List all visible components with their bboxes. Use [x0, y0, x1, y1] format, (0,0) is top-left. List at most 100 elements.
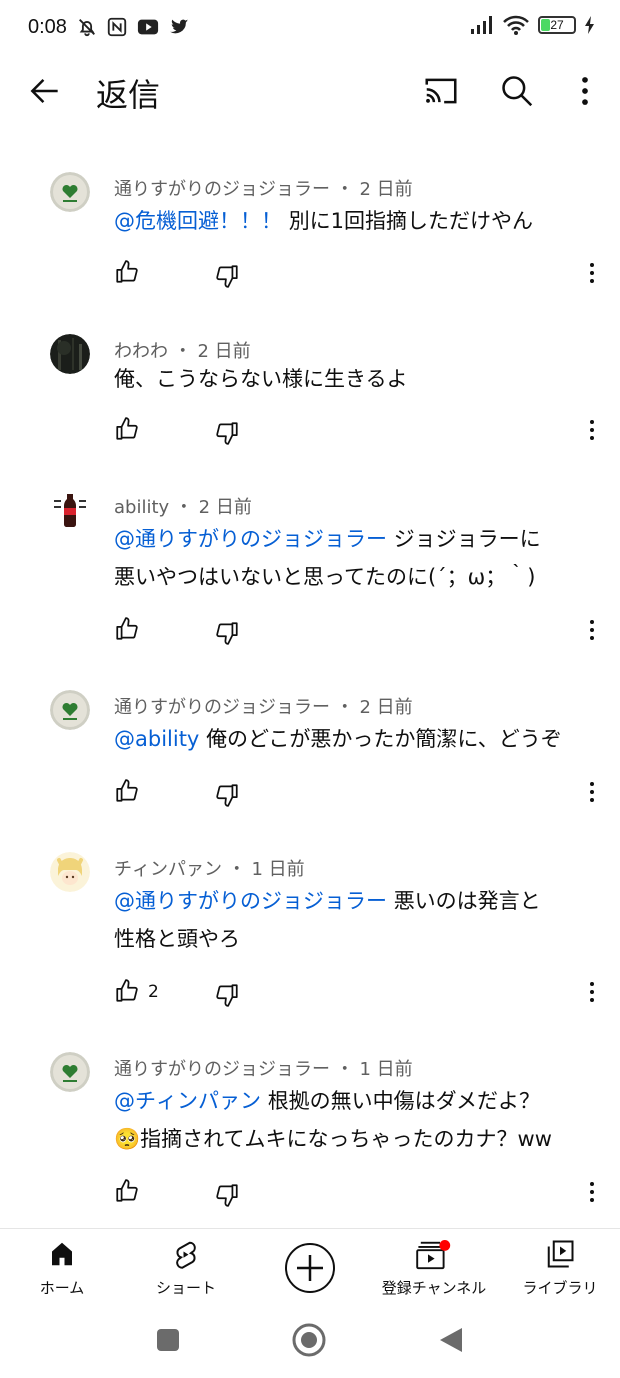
comment-author[interactable]: 通りすがりのジョジョラー [114, 1059, 330, 1080]
more-vert-icon [590, 420, 594, 440]
mention-link[interactable]: @ability [114, 727, 199, 751]
comment-body: @通りすがりのジョジョラー 悪いのは発言と 性格と頭やろ [114, 882, 594, 958]
search-icon [502, 76, 533, 107]
comment-text-line: 悪いのは発言と [393, 889, 541, 913]
comment-time: 2 日前 [359, 179, 413, 200]
cola-avatar-icon [50, 490, 90, 530]
thumb-up-icon [116, 979, 138, 1002]
thumb-up-icon [116, 617, 138, 640]
page-title: 返信 [96, 76, 161, 114]
comment-more-button[interactable] [580, 979, 604, 1009]
more-vert-icon [582, 77, 588, 105]
like-button[interactable] [114, 1178, 140, 1208]
comment-more-button[interactable] [580, 260, 604, 290]
like-button[interactable] [114, 259, 140, 289]
mention-link[interactable]: @危機回避！！！ [114, 209, 282, 233]
meta-separator: ・ [173, 341, 192, 362]
comment-more-button[interactable] [580, 1179, 604, 1209]
back-triangle-icon[interactable] [438, 1326, 464, 1354]
thumb-up-icon [116, 417, 138, 440]
dislike-button[interactable] [214, 1182, 240, 1212]
back-button[interactable] [26, 72, 64, 110]
comment-author[interactable]: ability [114, 497, 169, 518]
nav-shorts-label: ショート [155, 1279, 216, 1297]
home-button-icon[interactable] [292, 1323, 326, 1357]
like-button[interactable] [114, 616, 140, 646]
avatar[interactable] [50, 690, 90, 730]
dislike-button[interactable] [214, 982, 240, 1012]
green-heart-avatar-icon [50, 172, 90, 212]
green-heart-avatar-icon [50, 1052, 90, 1092]
comment-meta: 通りすがりのジョジョラー ・ 2 日前 [114, 693, 413, 719]
nav-shorts[interactable]: ショート [136, 1229, 236, 1309]
comment-author[interactable]: 通りすがりのジョジョラー [114, 697, 330, 718]
comment-time: 2 日前 [198, 497, 252, 518]
status-time: 0:08 [28, 16, 67, 38]
anime-girl-avatar-icon [50, 852, 90, 892]
cast-icon [425, 78, 457, 104]
avatar[interactable] [50, 852, 90, 892]
nav-home[interactable]: ホーム [12, 1229, 112, 1309]
comment-author[interactable]: チィンパァン [114, 859, 222, 880]
comment-more-button[interactable] [580, 779, 604, 809]
comment-more-button[interactable] [580, 417, 604, 447]
meta-separator: ・ [335, 1059, 354, 1080]
comment-body: @チィンパァン 根拠の無い中傷はダメだよ？ 🥺指摘されてムキになっちゃったのカナ… [114, 1082, 594, 1158]
like-count: 2 [148, 982, 159, 1002]
status-right-icons: 27 [470, 14, 596, 36]
signal-icon [471, 16, 492, 34]
dislike-button[interactable] [214, 263, 240, 293]
comment-text-line: 根拠の無い中傷はダメだよ？ [267, 1089, 541, 1113]
mention-link[interactable]: @チィンパァン [114, 1089, 261, 1113]
comment-more-button[interactable] [580, 617, 604, 647]
comment-author[interactable]: わわわ [114, 341, 168, 362]
nav-library[interactable]: ライブラリ [510, 1229, 610, 1309]
avatar[interactable] [50, 172, 90, 212]
more-options-button[interactable] [566, 72, 604, 110]
thumb-down-icon [216, 622, 238, 645]
comment-body: 俺、こうならない様に生きるよ [114, 360, 594, 398]
avatar[interactable] [50, 490, 90, 530]
comment-time: 1 日前 [359, 1059, 413, 1080]
avatar[interactable] [50, 334, 90, 374]
subscriptions-icon [416, 1240, 451, 1270]
avatar[interactable] [50, 1052, 90, 1092]
dislike-button[interactable] [214, 620, 240, 650]
thumb-down-icon [216, 422, 238, 445]
cast-button[interactable] [422, 72, 460, 110]
nav-subscriptions[interactable]: 登録チャンネル [372, 1229, 496, 1309]
charging-icon [585, 16, 594, 34]
dark-forest-avatar-icon [50, 334, 90, 374]
recent-apps-icon[interactable] [156, 1328, 180, 1352]
dislike-button[interactable] [214, 782, 240, 812]
like-button[interactable] [114, 778, 140, 808]
comment-body: @通りすがりのジョジョラー ジョジョラーに 悪いやつはいないと思ってたのに(´；… [114, 520, 594, 596]
thumb-up-icon [116, 260, 138, 283]
shorts-icon [176, 1241, 196, 1269]
comment-text-line: 🥺指摘されてムキになっちゃったのカナ？ww [114, 1127, 552, 1151]
thumb-up-icon [116, 779, 138, 802]
comment-time: 1 日前 [251, 859, 305, 880]
green-heart-avatar-icon [50, 690, 90, 730]
dislike-button[interactable] [214, 420, 240, 450]
comment-text-line: 性格と頭やろ [114, 927, 240, 951]
more-vert-icon [590, 982, 594, 1002]
battery-icon: 27 [538, 16, 576, 34]
search-button[interactable] [498, 72, 536, 110]
comment-text-line: 悪いやつはいないと思ってたのに(´；ω；｀) [114, 565, 536, 589]
system-nav-bar [0, 1308, 620, 1378]
comment-body: @危機回避！！！ 別に1回指摘しただけやん [114, 202, 594, 240]
mention-link[interactable]: @通りすがりのジョジョラー [114, 889, 387, 913]
meta-separator: ・ [227, 859, 246, 880]
comment-author[interactable]: 通りすがりのジョジョラー [114, 179, 330, 200]
wifi-icon [503, 15, 529, 35]
nfc-icon [107, 17, 127, 37]
nav-library-label: ライブラリ [522, 1279, 598, 1297]
nav-create[interactable] [280, 1229, 340, 1309]
comment-meta: 通りすがりのジョジョラー ・ 1 日前 [114, 1055, 413, 1081]
like-button[interactable] [114, 978, 140, 1008]
mention-link[interactable]: @通りすがりのジョジョラー [114, 527, 387, 551]
like-button[interactable] [114, 416, 140, 446]
more-vert-icon [590, 620, 594, 640]
thumb-down-icon [216, 265, 238, 288]
